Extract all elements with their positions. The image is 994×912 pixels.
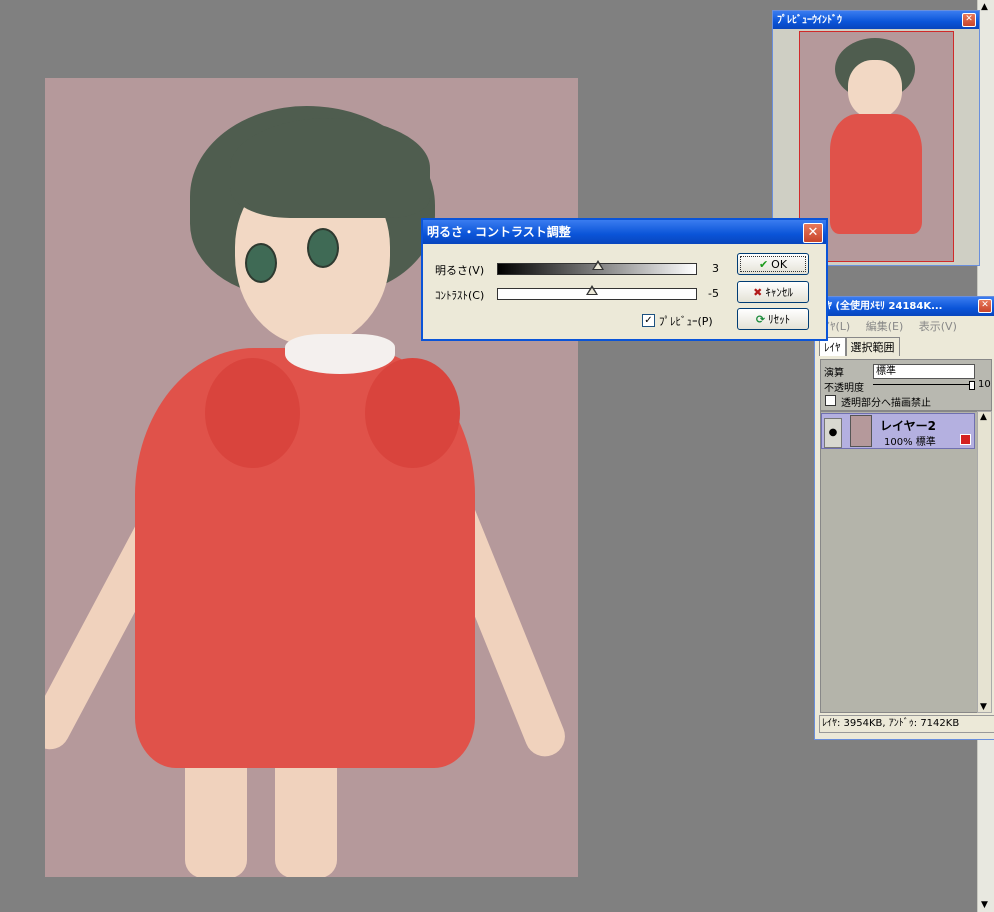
artwork-collar — [285, 334, 395, 374]
contrast-value: -5 — [708, 287, 719, 300]
reset-button[interactable]: ⟳ ﾘｾｯﾄ — [737, 308, 809, 330]
layer-window: ﾚｲﾔ (全使用ﾒﾓﾘ 24184K... ✕ ﾚｲﾔ(L) 編集(E) 表示(… — [814, 296, 994, 740]
opacity-slider-handle[interactable] — [969, 381, 975, 390]
artwork-left-eye — [245, 243, 277, 283]
close-icon[interactable]: ✕ — [803, 223, 823, 243]
layer-name: レイヤー2 — [880, 419, 936, 433]
menu-edit[interactable]: 編集(E) — [866, 320, 904, 333]
preview-checkbox[interactable]: ✓ — [642, 314, 655, 327]
brightness-value: 3 — [712, 262, 719, 275]
cancel-button[interactable]: ✖ ｷｬﾝｾﾙ — [737, 281, 809, 303]
layer-tabs: ﾚｲﾔ 選択範囲 — [819, 337, 900, 356]
brightness-label: 明るさ(V) — [435, 264, 485, 277]
tab-selection[interactable]: 選択範囲 — [845, 337, 900, 356]
preview-window-title: ﾌﾟﾚﾋﾞｭｰｳｲﾝﾄﾞｳ — [773, 11, 979, 29]
close-icon[interactable]: ✕ — [978, 299, 992, 313]
scroll-down-arrow-icon[interactable]: ▼ — [980, 702, 987, 712]
close-icon[interactable]: ✕ — [962, 13, 976, 27]
lock-transparency-label: 透明部分へ描画禁止 — [841, 398, 931, 409]
opacity-label: 不透明度 — [824, 383, 864, 394]
ok-button-label: OK — [771, 258, 788, 271]
layer-color-icon — [960, 434, 971, 445]
opacity-value: 10 — [978, 379, 991, 390]
brightness-slider[interactable] — [497, 260, 697, 275]
brightness-slider-thumb[interactable] — [592, 260, 604, 270]
layer-menu-bar: ﾚｲﾔ(L) 編集(E) 表示(V) — [819, 318, 969, 334]
eye-icon[interactable]: ● — [824, 418, 842, 448]
layer-window-title: ﾚｲﾔ (全使用ﾒﾓﾘ 24184K... — [815, 297, 994, 316]
scroll-up-arrow-icon[interactable]: ▲ — [981, 2, 988, 12]
preview-face — [848, 60, 902, 118]
blend-mode-select[interactable]: 標準 — [873, 364, 975, 379]
layer-list-scrollbar[interactable]: ▲ ▼ — [977, 411, 992, 713]
artwork-left-sleeve — [205, 358, 300, 468]
blend-mode-label: 演算 — [824, 368, 844, 379]
contrast-slider[interactable] — [497, 285, 697, 300]
scroll-down-arrow-icon[interactable]: ▼ — [981, 900, 988, 910]
layer-detail: 100% 標準 — [884, 437, 936, 448]
cancel-button-label: ｷｬﾝｾﾙ — [765, 286, 793, 299]
drawing-canvas[interactable] — [45, 78, 578, 877]
artwork-right-sleeve — [365, 358, 460, 468]
layer-item[interactable]: ● レイヤー2 100% 標準 — [821, 413, 975, 449]
layer-memory-status: ﾚｲﾔ: 3954KB, ｱﾝﾄﾞｩ: 7142KB — [819, 715, 994, 733]
refresh-icon: ⟳ — [755, 313, 766, 326]
lock-transparency-checkbox[interactable] — [825, 395, 836, 406]
menu-view[interactable]: 表示(V) — [919, 320, 957, 333]
brightness-contrast-dialog: 明るさ・コントラスト調整 ✕ 明るさ(V) 3 ｺﾝﾄﾗｽﾄ(C) -5 ✓ ﾌ… — [421, 218, 828, 341]
contrast-label: ｺﾝﾄﾗｽﾄ(C) — [435, 289, 485, 302]
layer-thumbnail — [850, 415, 872, 447]
x-icon: ✖ — [753, 286, 763, 299]
opacity-slider[interactable] — [873, 384, 973, 385]
scroll-up-arrow-icon[interactable]: ▲ — [980, 412, 987, 422]
ok-button[interactable]: ✔ OK — [737, 253, 809, 275]
preview-checkbox-label: ﾌﾟﾚﾋﾞｭｰ(P) — [659, 315, 713, 328]
artwork-right-eye — [307, 228, 339, 268]
contrast-slider-thumb[interactable] — [586, 285, 598, 295]
reset-button-label: ﾘｾｯﾄ — [768, 313, 791, 326]
check-icon: ✔ — [758, 258, 769, 271]
layer-list: ● レイヤー2 100% 標準 — [820, 411, 978, 713]
artwork-fringe — [230, 118, 430, 218]
layer-properties-panel: 演算 標準 不透明度 10 透明部分へ描画禁止 — [820, 359, 992, 411]
preview-dress — [830, 114, 922, 234]
dialog-title: 明るさ・コントラスト調整 — [423, 220, 826, 244]
